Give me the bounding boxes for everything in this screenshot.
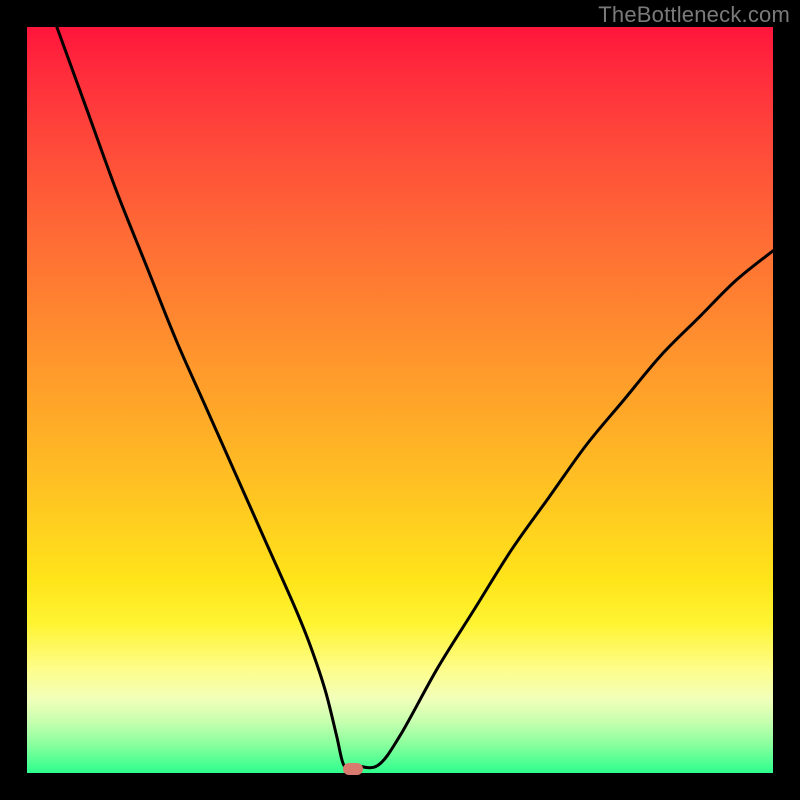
watermark-text: TheBottleneck.com <box>598 2 790 28</box>
chart-frame: TheBottleneck.com <box>0 0 800 800</box>
optimal-point-marker <box>343 763 363 775</box>
plot-gradient-background <box>27 27 773 773</box>
